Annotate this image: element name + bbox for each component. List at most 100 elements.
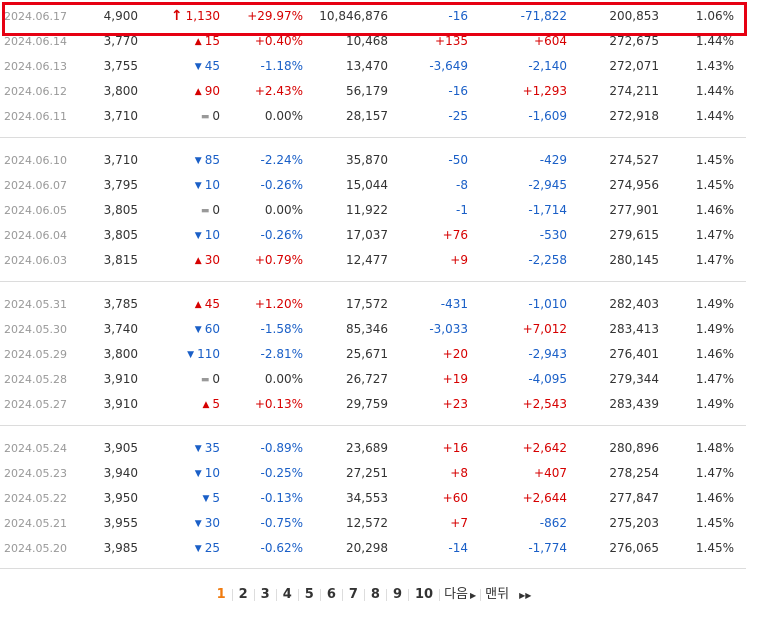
table-row: 2024.05.20 3,985 ▼ 25 -0.62% 20,298 -14 -1,774 2… <box>0 536 746 561</box>
institution-net-cell: -16 <box>448 84 468 98</box>
change-cell: ▬ 0 <box>201 198 220 225</box>
page-link-4[interactable]: 4 <box>277 587 298 602</box>
institution-net-cell: -50 <box>448 153 468 167</box>
foreign-net-cell: +7,012 <box>522 322 567 336</box>
change-cell: ▬ 0 <box>201 367 220 394</box>
page-link-7[interactable]: 7 <box>343 587 364 602</box>
flat-dash-icon: ▬ <box>200 112 210 122</box>
date-cell: 2024.05.22 <box>4 492 67 505</box>
change-rate-cell: +2.43% <box>254 84 303 98</box>
foreign-net-cell: +1,293 <box>522 84 567 98</box>
foreign-ratio-cell: 1.47% <box>695 372 734 386</box>
last-button[interactable]: 맨뒤 ▶▶ <box>481 583 535 602</box>
change-cell: ▼ 5 <box>202 486 220 513</box>
table-row: 2024.05.31 3,785 ▲ 45 +1.20% 17,572 -431 -1,010… <box>0 292 746 317</box>
page-link-2[interactable]: 2 <box>233 587 254 602</box>
page-link-8[interactable]: 8 <box>365 587 386 602</box>
table-row: 2024.05.29 3,800 ▼ 110 -2.81% 25,671 +20 -2,943… <box>0 342 746 367</box>
last-label: 맨뒤 <box>485 587 510 602</box>
down-triangle-icon: ▼ <box>194 181 202 191</box>
date-cell: 2024.05.20 <box>4 542 67 555</box>
down-triangle-icon: ▼ <box>194 325 202 335</box>
table-row: 2024.06.03 3,815 ▲ 30 +0.79% 12,477 +9 -2,258 28… <box>0 248 746 273</box>
institution-net-cell: +20 <box>442 347 468 361</box>
change-rate-cell: +0.79% <box>254 253 303 267</box>
change-value: 45 <box>204 59 220 73</box>
change-value: 10 <box>204 466 220 480</box>
change-value: 30 <box>204 516 220 530</box>
change-value: 25 <box>204 541 220 555</box>
down-triangle-icon: ▼ <box>194 444 202 454</box>
group-separator <box>0 568 746 569</box>
institution-net-cell: -3,649 <box>429 59 468 73</box>
close-price-cell: 3,795 <box>103 178 138 192</box>
foreign-net-cell: -2,943 <box>528 347 567 361</box>
foreign-net-cell: +2,644 <box>522 491 567 505</box>
date-cell: 2024.05.24 <box>4 442 67 455</box>
page-link-10[interactable]: 10 <box>409 587 439 602</box>
close-price-cell: 3,710 <box>103 153 138 167</box>
page-link-1[interactable]: 1 <box>211 587 232 602</box>
group-separator <box>0 281 746 282</box>
foreign-ratio-cell: 1.45% <box>695 541 734 555</box>
foreign-holdings-cell: 280,145 <box>609 253 659 267</box>
close-price-cell: 3,910 <box>103 372 138 386</box>
change-rate-cell: -1.18% <box>260 59 303 73</box>
foreign-net-cell: +2,642 <box>522 441 567 455</box>
foreign-net-cell: -862 <box>539 516 567 530</box>
change-value: 5 <box>212 491 220 505</box>
volume-cell: 28,157 <box>346 109 388 123</box>
foreign-ratio-cell: 1.47% <box>695 466 734 480</box>
foreign-ratio-cell: 1.44% <box>695 109 734 123</box>
institution-net-cell: -25 <box>448 109 468 123</box>
foreign-net-cell: -1,714 <box>528 203 567 217</box>
change-cell: ▼ 10 <box>195 461 220 488</box>
close-price-cell: 3,785 <box>103 297 138 311</box>
page-link-3[interactable]: 3 <box>255 587 276 602</box>
page-link-6[interactable]: 6 <box>321 587 342 602</box>
change-value: 90 <box>204 84 220 98</box>
change-value: 45 <box>204 297 220 311</box>
volume-cell: 29,759 <box>346 397 388 411</box>
next-button[interactable]: 다음 ▶ <box>440 583 480 602</box>
foreign-holdings-cell: 277,901 <box>609 203 659 217</box>
institution-net-cell: -3,033 <box>429 322 468 336</box>
up-triangle-icon: ▲ <box>194 256 202 266</box>
close-price-cell: 3,905 <box>103 441 138 455</box>
institution-net-cell: +7 <box>450 516 468 530</box>
double-chevron-right-icon: ▶▶ <box>519 591 532 600</box>
table-row: 2024.06.13 3,755 ▼ 45 -1.18% 13,470 -3,649 -2,1… <box>0 54 746 79</box>
date-cell: 2024.06.04 <box>4 229 67 242</box>
table-row: 2024.05.21 3,955 ▼ 30 -0.75% 12,572 +7 -862 275,… <box>0 511 746 536</box>
change-value: 85 <box>204 153 220 167</box>
down-triangle-icon: ▼ <box>202 494 210 504</box>
table-row: 2024.06.10 3,710 ▼ 85 -2.24% 35,870 -50 -429 274… <box>0 148 746 173</box>
close-price-cell: 3,955 <box>103 516 138 530</box>
foreign-holdings-cell: 279,344 <box>609 372 659 386</box>
change-value: 0 <box>212 203 220 217</box>
change-value: 60 <box>204 322 220 336</box>
institution-net-cell: -1 <box>456 203 468 217</box>
change-cell: ▼ 30 <box>195 511 220 538</box>
table-row: 2024.05.24 3,905 ▼ 35 -0.89% 23,689 +16 +2,642 2… <box>0 436 746 461</box>
table-row: 2024.06.04 3,805 ▼ 10 -0.26% 17,037 +76 -530 279… <box>0 223 746 248</box>
institution-net-cell: -431 <box>440 297 468 311</box>
institution-net-cell: +19 <box>442 372 468 386</box>
highlight-box <box>2 2 747 36</box>
table-row: 2024.06.12 3,800 ▲ 90 +2.43% 56,179 -16 +1,293 2… <box>0 79 746 104</box>
foreign-holdings-cell: 272,071 <box>609 59 659 73</box>
change-rate-cell: -0.13% <box>260 491 303 505</box>
page-link-9[interactable]: 9 <box>387 587 408 602</box>
volume-cell: 85,346 <box>346 322 388 336</box>
flat-dash-icon: ▬ <box>200 375 210 385</box>
change-value: 10 <box>204 228 220 242</box>
change-rate-cell: -0.25% <box>260 466 303 480</box>
close-price-cell: 3,950 <box>103 491 138 505</box>
close-price-cell: 3,805 <box>103 228 138 242</box>
up-triangle-icon: ▲ <box>194 300 202 310</box>
page-link-5[interactable]: 5 <box>299 587 320 602</box>
table-row: 2024.05.23 3,940 ▼ 10 -0.25% 27,251 +8 +407 278,… <box>0 461 746 486</box>
table-row: 2024.05.30 3,740 ▼ 60 -1.58% 85,346 -3,033 +7,0… <box>0 317 746 342</box>
change-cell: ▲ 45 <box>195 292 220 319</box>
change-rate-cell: 0.00% <box>264 203 303 217</box>
